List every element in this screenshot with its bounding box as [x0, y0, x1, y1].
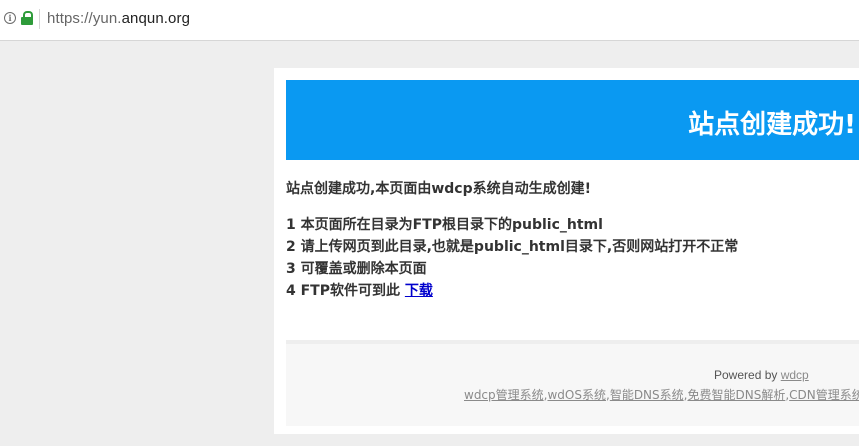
url-prefix: https://yun.	[47, 10, 122, 27]
step-item: 1 本页面所在目录为FTP根目录下的public_html	[286, 217, 603, 233]
url-host: anqun.org	[121, 10, 191, 27]
step-item: 3 可覆盖或删除本页面	[286, 261, 427, 277]
page-footer: Powered by wdcp wdcp管理系统,wdOS系统,智能DNS系统,…	[286, 340, 859, 426]
footer-link-free-dns[interactable]: 免费智能DNS解析	[687, 388, 785, 402]
download-link[interactable]: 下载	[405, 283, 433, 299]
lock-icon[interactable]	[21, 11, 33, 25]
footer-links: wdcp管理系统,wdOS系统,智能DNS系统,免费智能DNS解析,CDN管理系…	[464, 386, 859, 403]
footer-link-cdn[interactable]: CDN管理系统	[789, 388, 859, 402]
info-icon[interactable]: i	[4, 12, 16, 24]
page-body: 站点创建成功,本页面由wdcp系统自动生成创建! 1 本页面所在目录为FTP根目…	[286, 178, 859, 302]
footer-link-wdcp[interactable]: wdcp管理系统	[464, 388, 544, 402]
step-item: 4 FTP软件可到此 下载	[286, 280, 859, 302]
url-field[interactable]: https://yun.anqun.org	[47, 10, 190, 27]
wdcp-link[interactable]: wdcp	[781, 368, 809, 382]
success-banner: 站点创建成功!	[286, 80, 859, 160]
page-card: 站点创建成功! 站点创建成功,本页面由wdcp系统自动生成创建! 1 本页面所在…	[274, 68, 859, 434]
intro-text: 站点创建成功,本页面由wdcp系统自动生成创建!	[286, 181, 591, 197]
powered-by-text: Powered by	[714, 368, 778, 382]
powered-by: Powered by wdcp	[714, 368, 809, 382]
footer-link-wdos[interactable]: wdOS系统	[547, 388, 606, 402]
address-divider	[39, 9, 40, 29]
step-text: 4 FTP软件可到此	[286, 283, 400, 299]
browser-address-bar: i https://yun.anqun.org	[0, 0, 859, 41]
steps-list: 1 本页面所在目录为FTP根目录下的public_html 2 请上传网页到此目…	[286, 214, 859, 302]
step-item: 2 请上传网页到此目录,也就是public_html目录下,否则网站打开不正常	[286, 239, 739, 255]
footer-link-smart-dns[interactable]: 智能DNS系统	[610, 388, 684, 402]
banner-title: 站点创建成功!	[688, 110, 856, 140]
